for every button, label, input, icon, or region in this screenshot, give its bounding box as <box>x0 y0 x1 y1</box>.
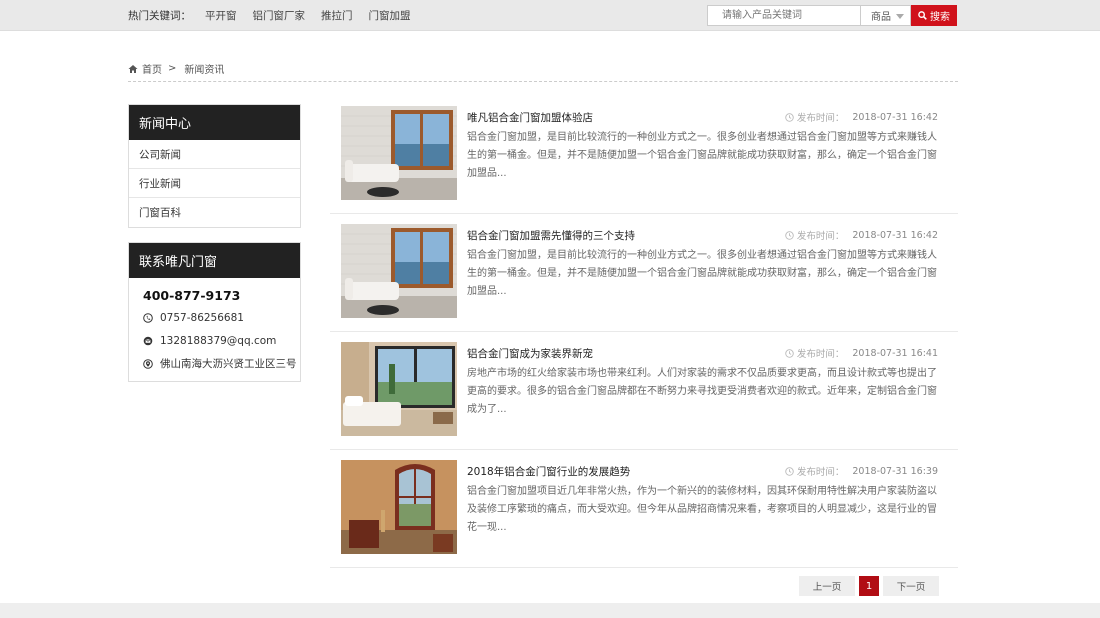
news-title-link[interactable]: 铝合金门窗加盟需先懂得的三个支持 <box>467 228 635 243</box>
page-number-current[interactable]: 1 <box>859 576 879 596</box>
news-date-label: 发布时间： <box>796 231 845 242</box>
chevron-down-icon <box>896 14 904 19</box>
search-button-label: 搜索 <box>930 12 950 23</box>
sidebar-item-industry-news[interactable]: 行业新闻 <box>129 169 300 198</box>
hot-keyword-link[interactable]: 平开窗 <box>205 8 237 23</box>
news-summary: 铝合金门窗加盟，是目前比较流行的一种创业方式之一。很多创业者想通过铝合金门窗加盟… <box>467 132 937 179</box>
news-date: 发布时间： 2018-07-31 16:41 <box>785 346 938 360</box>
hot-keyword-link[interactable]: 推拉门 <box>321 8 353 23</box>
news-date-value: 2018-07-31 16:42 <box>852 229 938 241</box>
search-scope-value: 商品 <box>871 12 891 23</box>
breadcrumb-home-link[interactable]: 首页 <box>142 61 162 76</box>
contact-phone-row: 0757-86256681 <box>143 306 300 329</box>
hot-keywords: 热门关键词： 平开窗 铝门窗厂家 推拉门 门窗加盟 <box>128 8 427 23</box>
news-date-value: 2018-07-31 16:42 <box>852 111 938 123</box>
prev-page-button[interactable]: 上一页 <box>799 576 855 596</box>
location-pin-icon <box>143 358 153 369</box>
breadcrumb-current: 新闻资讯 <box>184 65 225 76</box>
clock-icon <box>785 112 794 122</box>
news-thumbnail[interactable] <box>341 224 457 318</box>
news-date-label: 发布时间： <box>796 113 845 124</box>
news-summary: 房地产市场的红火给家装市场也带来红利。人们对家装的需求不仅品质要求更高，而且设计… <box>467 368 937 415</box>
contact-info: 400-877-9173 0757-86256681 1328188379@qq… <box>129 278 300 381</box>
home-icon <box>128 64 138 73</box>
news-date: 发布时间： 2018-07-31 16:42 <box>785 110 938 124</box>
news-summary: 铝合金门窗加盟，是目前比较流行的一种创业方式之一。很多创业者想通过铝合金门窗加盟… <box>467 250 937 297</box>
news-item: 铝合金门窗成为家装界新宠 发布时间： 2018-07-31 16:41 房地产市… <box>330 332 958 450</box>
search-bar: 商品 搜索 <box>707 5 957 26</box>
contact-address-row: 佛山南海大沥兴贤工业区三号 <box>143 352 300 375</box>
news-date-label: 发布时间： <box>796 349 845 360</box>
email-icon <box>143 336 153 345</box>
news-item: 2018年铝合金门窗行业的发展趋势 发布时间： 2018-07-31 16:39… <box>330 450 958 568</box>
footer-strip <box>0 603 1100 618</box>
pagination: 上一页 1 下一页 <box>799 576 939 596</box>
search-button[interactable]: 搜索 <box>911 5 957 26</box>
contact-email: 1328188379@qq.com <box>160 334 277 347</box>
news-item: 铝合金门窗加盟需先懂得的三个支持 发布时间： 2018-07-31 16:42 … <box>330 214 958 332</box>
phone-icon <box>143 312 153 323</box>
news-thumbnail[interactable] <box>341 460 457 554</box>
news-thumbnail[interactable] <box>341 106 457 200</box>
clock-icon <box>785 230 794 240</box>
news-thumbnail[interactable] <box>341 342 457 436</box>
contact-phone: 0757-86256681 <box>160 311 244 324</box>
news-date-value: 2018-07-31 16:39 <box>852 465 938 477</box>
contact-address: 佛山南海大沥兴贤工业区三号 <box>160 358 297 370</box>
news-category-panel: 新闻中心 公司新闻 行业新闻 门窗百科 <box>128 104 301 228</box>
news-date-label: 发布时间： <box>796 467 845 478</box>
news-category-title: 新闻中心 <box>129 105 300 140</box>
contact-email-row: 1328188379@qq.com <box>143 329 300 352</box>
clock-icon <box>785 466 794 476</box>
next-page-button[interactable]: 下一页 <box>883 576 939 596</box>
news-title-link[interactable]: 铝合金门窗成为家装界新宠 <box>467 346 593 361</box>
search-icon <box>918 11 927 20</box>
breadcrumb-separator: > <box>168 63 177 74</box>
search-input[interactable] <box>707 5 860 26</box>
news-date-value: 2018-07-31 16:41 <box>852 347 938 359</box>
news-date: 发布时间： 2018-07-31 16:39 <box>785 464 938 478</box>
breadcrumb-divider <box>128 81 958 82</box>
contact-panel: 联系唯凡门窗 400-877-9173 0757-86256681 132818… <box>128 242 301 382</box>
sidebar-item-window-encyclopedia[interactable]: 门窗百科 <box>129 198 300 227</box>
news-summary: 铝合金门窗加盟项目近几年非常火热，作为一个新兴的的装修材料，因其环保耐用特性解决… <box>467 486 937 533</box>
breadcrumb: 首页 > 新闻资讯 <box>128 61 224 76</box>
news-date: 发布时间： 2018-07-31 16:42 <box>785 228 938 242</box>
news-list: 唯凡铝合金门窗加盟体验店 发布时间： 2018-07-31 16:42 铝合金门… <box>330 96 958 568</box>
news-title-link[interactable]: 唯凡铝合金门窗加盟体验店 <box>467 110 593 125</box>
sidebar-item-company-news[interactable]: 公司新闻 <box>129 140 300 169</box>
contact-title: 联系唯凡门窗 <box>129 243 300 278</box>
top-bar: 热门关键词： 平开窗 铝门窗厂家 推拉门 门窗加盟 商品 搜索 <box>0 0 1100 31</box>
news-item: 唯凡铝合金门窗加盟体验店 发布时间： 2018-07-31 16:42 铝合金门… <box>330 96 958 214</box>
search-scope-select[interactable]: 商品 <box>860 5 911 26</box>
hot-keyword-link[interactable]: 铝门窗厂家 <box>253 8 306 23</box>
clock-icon <box>785 348 794 358</box>
hot-keyword-link[interactable]: 门窗加盟 <box>369 8 411 23</box>
news-title-link[interactable]: 2018年铝合金门窗行业的发展趋势 <box>467 464 630 479</box>
hotline-number: 400-877-9173 <box>143 287 241 303</box>
hot-keywords-label: 热门关键词： <box>128 10 191 22</box>
